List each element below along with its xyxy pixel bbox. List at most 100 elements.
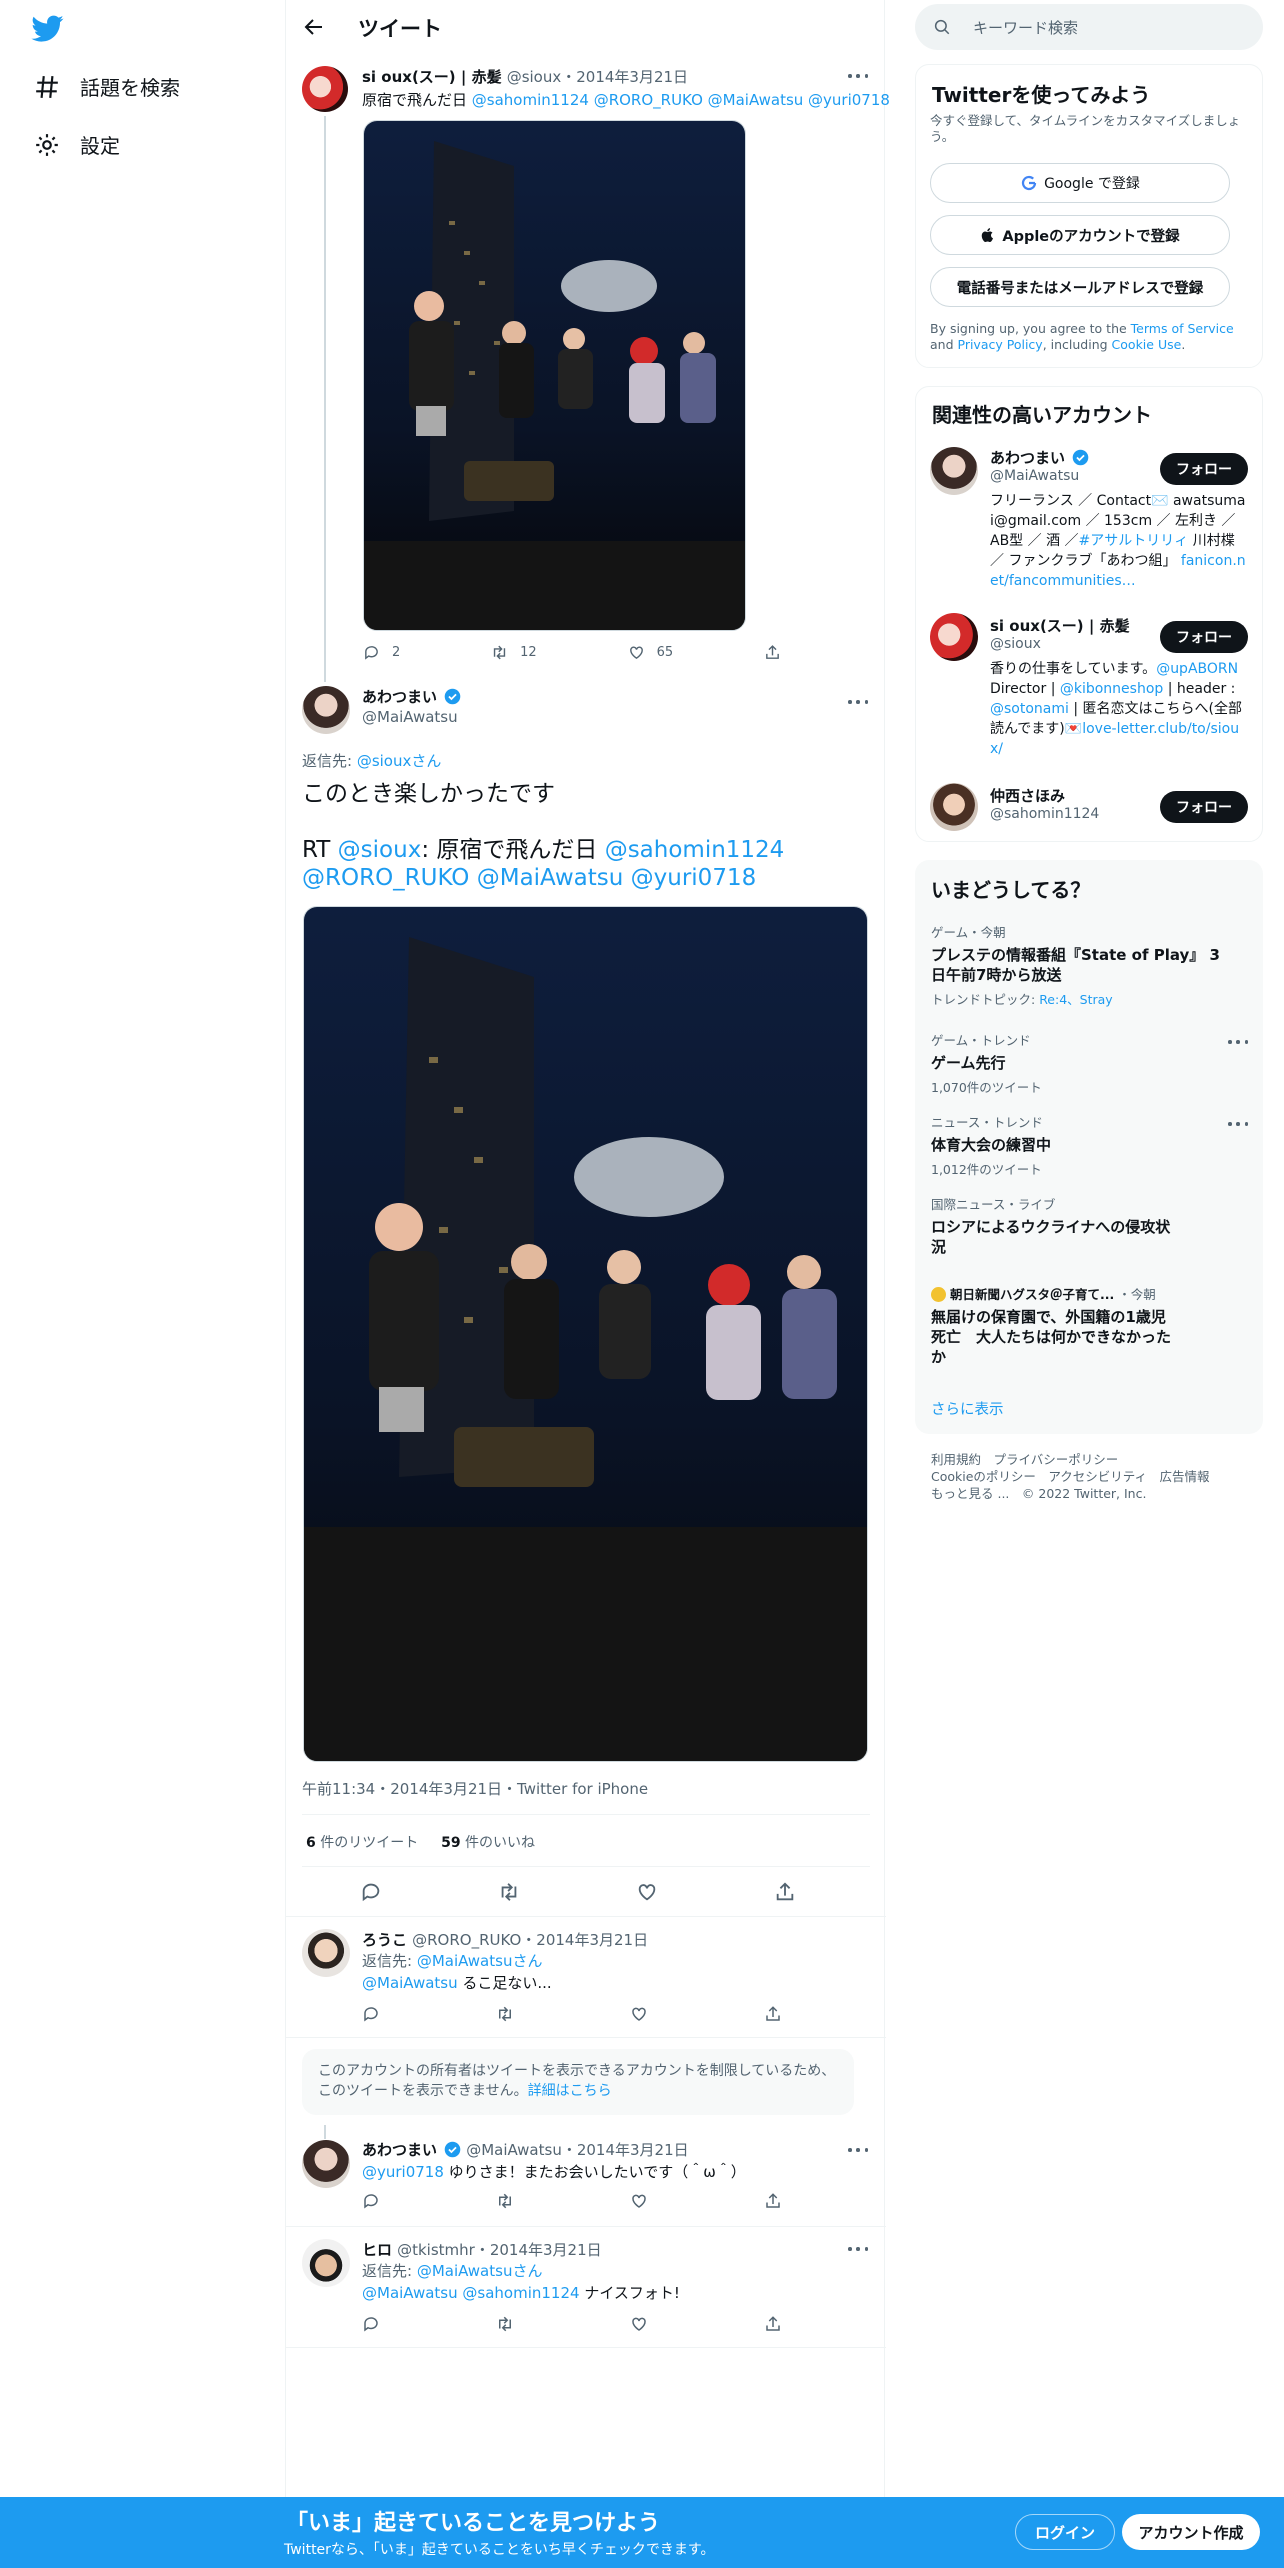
reply-tweet[interactable]: ろうこ @RORO_RUKO・2014年3月21日 返信先: @MaiAwats… — [286, 1917, 886, 2037]
follow-button[interactable]: フォロー — [1160, 791, 1248, 823]
retweet-count[interactable]: 6 — [306, 1835, 316, 1851]
footer-links[interactable]: もっと見る ... © 2022 Twitter, Inc. — [931, 1485, 1251, 1502]
privacy-link[interactable]: Privacy Policy — [958, 337, 1043, 352]
tweet-author-name[interactable]: ヒロ — [362, 2241, 392, 2259]
nav-explore[interactable]: 話題を検索 — [34, 72, 180, 101]
share-icon[interactable] — [774, 1881, 796, 1903]
reply-tweet[interactable]: あわつまい @MaiAwatsu・2014年3月21日 @yuri0718 ゆり… — [286, 2128, 886, 2228]
reply-to-link[interactable]: @siouxさん — [357, 752, 442, 770]
share-icon[interactable] — [764, 2005, 782, 2023]
tweet-author-name[interactable]: あわつまい — [362, 2141, 437, 2159]
heart-icon[interactable] — [636, 1881, 658, 1903]
tweet-timestamp[interactable]: 午前11:34・2014年3月21日・Twitter for iPhone — [302, 1778, 648, 1799]
reply-icon[interactable] — [362, 2315, 380, 2333]
bio-hashtag-link[interactable]: #アサルトリリィ — [1079, 533, 1189, 549]
more-icon[interactable] — [1228, 1038, 1248, 1046]
like-count[interactable]: 59 — [441, 1835, 460, 1851]
trend-item[interactable]: ゲーム・トレンド ゲーム先行 1,070件のツイート — [931, 1030, 1231, 1096]
back-arrow-icon[interactable] — [302, 15, 326, 39]
share-button[interactable] — [764, 644, 793, 661]
avatar[interactable] — [930, 783, 978, 831]
retweet-icon[interactable] — [496, 2192, 514, 2210]
tweet-date[interactable]: ・2014年3月21日 — [562, 2141, 689, 2159]
tweet-date[interactable]: ・2014年3月21日 — [475, 2241, 602, 2259]
reply-tweet[interactable]: ヒロ @tkistmhr・2014年3月21日 返信先: @MaiAwatsuさ… — [286, 2227, 886, 2347]
retweet-icon[interactable] — [496, 2005, 514, 2023]
mention-link[interactable]: @MaiAwatsu — [362, 1974, 458, 1992]
share-icon[interactable] — [764, 2315, 782, 2333]
mention-link[interactable]: @yuri0718 — [362, 2163, 444, 2181]
trend-item[interactable]: ゲーム・今朝 プレステの情報番組『State of Play』 3日午前7時から… — [931, 922, 1231, 1008]
avatar[interactable] — [930, 613, 978, 661]
more-icon[interactable] — [848, 698, 868, 706]
reply-button[interactable]: 2 — [363, 644, 400, 661]
login-button[interactable]: ログイン — [1015, 2514, 1115, 2550]
bio-mention-link[interactable]: @kibonneshop — [1060, 681, 1163, 697]
trend-item[interactable]: ニュース・トレンド 体育大会の練習中 1,012件のツイート — [931, 1112, 1231, 1178]
retweet-button[interactable]: 12 — [491, 644, 537, 661]
show-more-link[interactable]: さらに表示 — [931, 1398, 1004, 1419]
tweet-author-name[interactable]: si oux(スー) | 赤髪 — [362, 68, 502, 86]
search-box[interactable]: キーワード検索 — [915, 4, 1263, 50]
signup-button[interactable]: アカウント作成 — [1122, 2514, 1260, 2550]
google-signup-button[interactable]: Google で登録 — [930, 163, 1230, 203]
twitter-bird-icon[interactable] — [30, 12, 66, 44]
trend-item[interactable]: 国際ニュース・ライブ ロシアによるウクライナへの侵攻状況 — [931, 1194, 1171, 1257]
reply-icon[interactable] — [362, 2192, 380, 2210]
tweet-author-handle[interactable]: @MaiAwatsu — [466, 2141, 562, 2159]
like-label[interactable]: 件のいいね — [461, 1835, 535, 1851]
heart-icon[interactable] — [630, 2192, 648, 2210]
mention-links[interactable]: @RORO_RUKO @MaiAwatsu @yuri0718 — [302, 864, 872, 892]
tweet-date[interactable]: ・2014年3月21日 — [521, 1931, 648, 1949]
mention-link[interactable]: @sahomin1124 — [605, 837, 785, 863]
cookie-link[interactable]: Cookie Use — [1112, 337, 1182, 352]
bio-mention-link[interactable]: @sotonami — [990, 701, 1069, 717]
share-icon[interactable] — [764, 2192, 782, 2210]
avatar[interactable] — [302, 66, 348, 112]
reply-icon[interactable] — [362, 2005, 380, 2023]
account-handle[interactable]: @sioux — [990, 636, 1041, 652]
reply-to-link[interactable]: @MaiAwatsuさん — [417, 1952, 543, 1970]
reply-icon[interactable] — [360, 1881, 382, 1903]
tweet-author-handle[interactable]: @MaiAwatsu — [362, 708, 458, 726]
avatar[interactable] — [302, 686, 350, 734]
phone-email-signup-button[interactable]: 電話番号またはメールアドレスで登録 — [930, 267, 1230, 307]
bio-mention-link[interactable]: @upABORN — [1156, 661, 1238, 677]
account-name[interactable]: si oux(スー) | 赤髪 — [990, 617, 1130, 635]
rt-user-link[interactable]: @sioux — [338, 837, 422, 863]
more-icon[interactable] — [848, 72, 868, 80]
heart-icon[interactable] — [630, 2005, 648, 2023]
account-handle[interactable]: @sahomin1124 — [990, 806, 1099, 822]
more-icon[interactable] — [1228, 1120, 1248, 1128]
reply-to-link[interactable]: @MaiAwatsuさん — [417, 2262, 543, 2280]
account-handle[interactable]: @MaiAwatsu — [990, 468, 1079, 484]
parent-tweet[interactable]: si oux(スー) | 赤髪 @sioux・2014年3月21日 原宿で飛んだ… — [286, 54, 890, 682]
retweet-label[interactable]: 件のリツイート — [316, 1835, 418, 1851]
tweet-photo[interactable] — [363, 120, 746, 631]
retweet-icon[interactable] — [498, 1881, 520, 1903]
more-icon[interactable] — [848, 2245, 868, 2253]
like-button[interactable]: 65 — [628, 644, 673, 661]
terms-link[interactable]: Terms of Service — [1131, 321, 1234, 336]
footer-links[interactable]: 利用規約 プライバシーポリシー — [931, 1451, 1251, 1468]
avatar[interactable] — [930, 447, 978, 495]
footer-links[interactable]: Cookieのポリシー アクセシビリティ 広告情報 — [931, 1468, 1251, 1485]
tweet-photo[interactable] — [303, 906, 868, 1762]
follow-button[interactable]: フォロー — [1160, 621, 1248, 653]
learn-more-link[interactable]: 詳細はこちら — [528, 2083, 612, 2099]
tweet-mentions[interactable]: @sahomin1124 @RORO_RUKO @MaiAwatsu @yuri… — [472, 91, 890, 109]
follow-button[interactable]: フォロー — [1160, 453, 1248, 485]
mention-link[interactable]: @MaiAwatsu @sahomin1124 — [362, 2284, 580, 2302]
account-name[interactable]: 仲西さほみ — [990, 787, 1065, 805]
more-icon[interactable] — [848, 2146, 868, 2154]
tweet-date[interactable]: ・2014年3月21日 — [561, 68, 688, 86]
avatar[interactable] — [302, 2239, 350, 2287]
tweet-author-name[interactable]: あわつまい — [362, 688, 437, 706]
tweet-author-handle[interactable]: @RORO_RUKO — [412, 1931, 521, 1949]
avatar[interactable] — [302, 1929, 350, 1977]
trend-topic-links[interactable]: Re:4、Stray — [1039, 992, 1113, 1007]
tweet-author-name[interactable]: ろうこ — [362, 1931, 407, 1949]
retweet-icon[interactable] — [496, 2315, 514, 2333]
trend-item[interactable]: 朝日新聞ハグスタ＠子育て... ・今朝 無届けの保育園で、外国籍の1歳児死亡 大… — [931, 1284, 1171, 1367]
tweet-author-handle[interactable]: @sioux — [507, 68, 562, 86]
